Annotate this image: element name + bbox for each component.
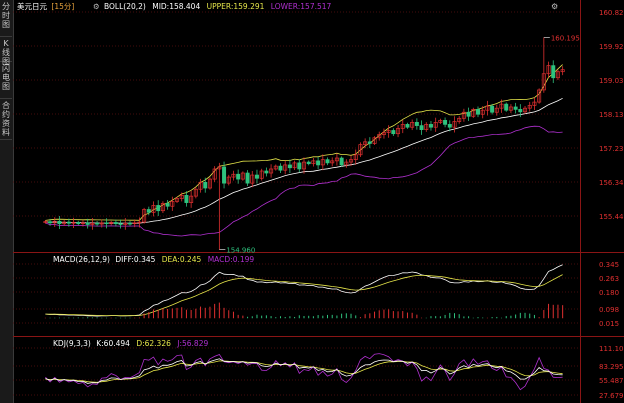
kdj-header: KDJ(9,3,3) K:60.494 D:62.326 J:56.829 xyxy=(53,339,208,348)
candle-body xyxy=(76,222,81,225)
candle-body xyxy=(405,124,410,128)
boll-header: BOLL(20,2) MID:158.404 UPPER:159.291 LOW… xyxy=(104,2,332,11)
candle-body xyxy=(391,130,396,135)
y-tick-label: 0.345 xyxy=(599,261,619,269)
y-tick-label: 0.263 xyxy=(599,275,619,283)
candle-body xyxy=(254,174,259,179)
candle-body xyxy=(316,160,321,166)
boll-mid-label: MID:158.404 xyxy=(152,2,200,11)
candle-body xyxy=(518,109,523,113)
y-tick-label: 27.679 xyxy=(599,392,624,400)
candle-body xyxy=(128,222,132,225)
tab-flash-chart[interactable]: 闪电图 xyxy=(0,62,12,99)
kdj-k-label: K:60.494 xyxy=(96,339,130,348)
y-tick-label: 158.135 xyxy=(599,111,624,119)
tab-contract-info[interactable]: 合约资料 xyxy=(0,99,12,140)
macd-header: MACD(26,12,9) DIFF:0.345 DEA:0.245 MACD:… xyxy=(53,255,254,264)
chart-canvas[interactable]: 美元日元 [15分] ⚙ BOLL(20,2) MID:158.404 UPPE… xyxy=(13,0,624,403)
kdj-j-line xyxy=(45,353,563,391)
candle-body xyxy=(339,157,344,166)
gear-icon-panel[interactable]: ⚙ xyxy=(551,2,558,11)
candle-body xyxy=(66,221,71,224)
macd-dea-line xyxy=(45,274,563,317)
candle-body xyxy=(551,65,556,79)
candle-body xyxy=(85,222,90,225)
candle-body xyxy=(48,221,53,224)
macd-diff-line xyxy=(45,264,563,317)
macd-value-label: MACD:0.199 xyxy=(208,255,255,264)
candle-body xyxy=(222,166,227,184)
grid-lines xyxy=(13,11,580,396)
candle-body xyxy=(104,222,109,225)
candlesticks xyxy=(43,37,565,250)
symbol-label: 美元日元 xyxy=(17,1,47,11)
candle-body xyxy=(297,162,302,170)
macd-diff-label: DIFF:0.345 xyxy=(115,255,155,264)
candle-body xyxy=(414,122,419,126)
kdj-d-label: D:62.326 xyxy=(136,339,171,348)
tab-kline-chart[interactable]: K线图 xyxy=(0,37,12,66)
candle-body xyxy=(245,172,250,184)
candle-body xyxy=(113,222,118,225)
y-tick-label: 157.239 xyxy=(599,145,624,153)
candle-body xyxy=(156,205,161,212)
candle-body xyxy=(490,105,495,113)
candle-body xyxy=(367,141,372,144)
period-label: [15分] xyxy=(51,2,74,11)
y-tick-label: 159.031 xyxy=(599,77,624,85)
annotation-label: 160.195 xyxy=(551,34,580,42)
y-tick-label: 0.015 xyxy=(599,320,619,328)
candle-body xyxy=(513,106,518,110)
candle-body xyxy=(325,159,330,164)
candle-body xyxy=(447,124,452,128)
sidebar: 分时图 K线图 闪电图 合约资料 xyxy=(0,0,14,403)
kdj-j-label: J:56.829 xyxy=(176,339,208,348)
kdj-indicator-label: KDJ(9,3,3) xyxy=(53,339,91,348)
y-tick-label: 160.823 xyxy=(599,9,624,17)
annotation-label: 154.960 xyxy=(226,247,255,255)
y-tick-label: 159.927 xyxy=(599,43,624,51)
candle-body xyxy=(476,109,480,115)
candle-body xyxy=(287,164,292,169)
kdj-panel-plot xyxy=(45,353,563,391)
candle-body xyxy=(419,125,424,131)
candle-body xyxy=(236,173,241,180)
candle-body xyxy=(443,119,448,125)
candle-body xyxy=(203,181,208,189)
candle-body xyxy=(278,165,283,171)
boll-lower-line xyxy=(45,125,563,237)
main-header: 美元日元 [15分] xyxy=(17,1,74,11)
boll-indicator-label: BOLL(20,2) xyxy=(104,2,146,11)
boll-upper-line xyxy=(45,64,563,221)
candle-body xyxy=(504,103,509,111)
boll-upper-label: UPPER:159.291 xyxy=(207,2,265,11)
gear-icon[interactable]: ⚙ xyxy=(93,2,100,11)
candle-body xyxy=(466,111,471,117)
macd-indicator-label: MACD(26,12,9) xyxy=(53,255,110,264)
candle-body xyxy=(165,203,170,207)
y-tick-label: 156.342 xyxy=(599,179,624,187)
candle-body xyxy=(95,222,100,225)
macd-panel-plot xyxy=(44,264,564,319)
y-tick-label: 155.446 xyxy=(599,213,624,221)
tab-time-chart[interactable]: 分时图 xyxy=(0,0,12,37)
boll-lower-label: LOWER:157.517 xyxy=(271,2,332,11)
y-tick-label: 83.295 xyxy=(599,363,624,371)
candle-body xyxy=(184,194,189,203)
candle-body xyxy=(264,170,269,174)
y-tick-label: 55.487 xyxy=(599,377,624,385)
candle-body xyxy=(428,124,433,128)
y-axis-ticks: 160.823 159.927 159.031 158.135 157.239 156.3… xyxy=(599,9,624,400)
boll-bands xyxy=(45,64,563,237)
y-tick-label: 0.180 xyxy=(599,289,619,297)
macd-dea-label: DEA:0.245 xyxy=(162,255,202,264)
candle-body xyxy=(306,161,311,165)
candle-body xyxy=(118,223,123,225)
candle-body xyxy=(146,209,151,213)
annotations: 160.195 154.960 xyxy=(219,34,580,255)
y-tick-label: 0.098 xyxy=(599,306,619,314)
y-tick-label: 111.103 xyxy=(599,345,624,353)
candle-body xyxy=(57,220,62,225)
